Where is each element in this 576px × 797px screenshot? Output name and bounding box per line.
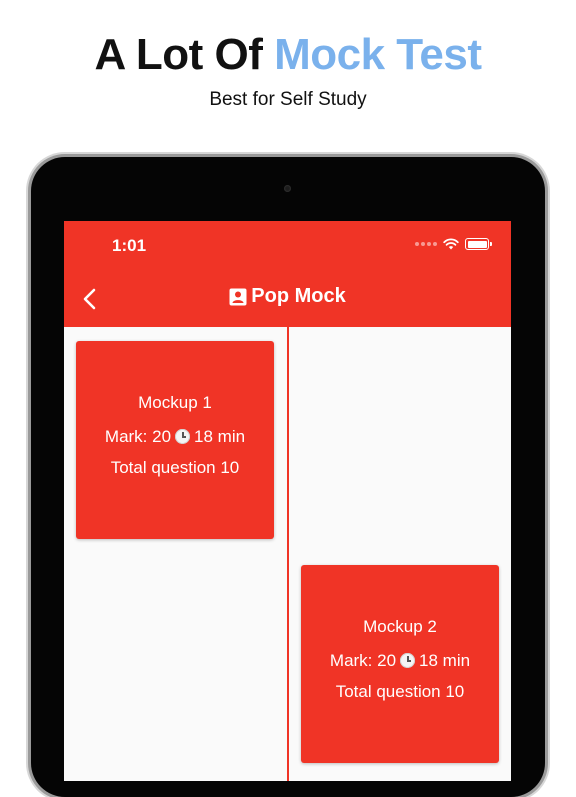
status-time: 1:01 xyxy=(112,236,147,255)
mockup-total: Total question 10 xyxy=(335,682,465,701)
column-divider xyxy=(287,327,289,781)
app-title: Pop Mock xyxy=(64,285,511,308)
promo-headline: A Lot Of Mock Test xyxy=(0,28,576,82)
headline-start: A Lot Of xyxy=(94,30,275,79)
mockup-name: Mockup 2 xyxy=(363,617,437,636)
mockup-duration: 18 min xyxy=(419,651,471,670)
account-box-icon xyxy=(229,288,247,305)
mockup-mark-line: Mark: 20 18 min xyxy=(301,650,499,672)
mockup-name: Mockup 1 xyxy=(138,393,212,412)
mockup-card-2[interactable]: Mockup 2 Mark: 20 18 min Total question 1… xyxy=(301,565,499,763)
app-bar: 1:01 Pop Mock xyxy=(64,221,511,327)
wifi-icon xyxy=(443,238,459,250)
mockup-total: Total question 10 xyxy=(110,458,240,477)
mockup-mark: Mark: 20 xyxy=(104,427,172,446)
status-icons xyxy=(415,238,492,250)
promo-subheadline: Best for Self Study xyxy=(209,89,367,110)
signal-dots-icon xyxy=(415,242,437,246)
headline-accent: Mock Test xyxy=(274,30,482,79)
mockup-duration: 18 min xyxy=(194,427,246,446)
mockup-mark-line: Mark: 20 18 min xyxy=(76,426,274,448)
app-screen: 1:01 Pop Mock Mockup 1 Mark: 20 18 min T… xyxy=(64,221,511,781)
tablet-frame: 1:01 Pop Mock Mockup 1 Mark: 20 18 min T… xyxy=(31,157,545,797)
mockup-card-1[interactable]: Mockup 1 Mark: 20 18 min Total question 1… xyxy=(76,341,274,539)
clock-icon xyxy=(175,429,191,444)
camera-icon xyxy=(284,185,291,192)
battery-icon xyxy=(465,238,492,250)
clock-icon xyxy=(400,653,416,668)
app-title-text: Pop Mock xyxy=(251,285,346,307)
mockup-mark: Mark: 20 xyxy=(329,651,397,670)
